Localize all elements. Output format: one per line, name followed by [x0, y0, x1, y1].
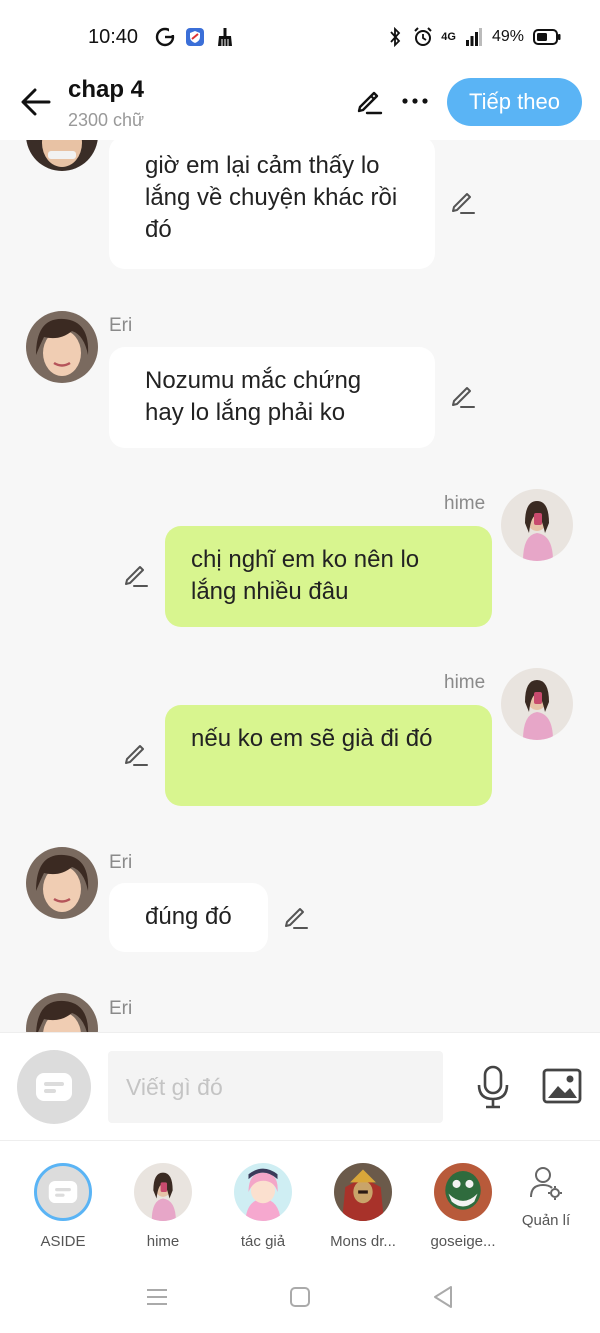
system-nav-bar — [0, 1260, 600, 1333]
character-author[interactable]: tác giả — [215, 1163, 311, 1250]
battery-percent: 49% — [491, 28, 524, 45]
pencil-icon — [125, 745, 148, 766]
edit-message-button[interactable] — [281, 902, 311, 932]
speaker-name: hime — [444, 493, 486, 514]
avatar-hime[interactable] — [501, 668, 573, 740]
broom-icon — [215, 26, 235, 48]
edit-message-button[interactable] — [448, 381, 478, 411]
manage-characters-button[interactable]: Quản lí — [516, 1165, 576, 1229]
more-dots-icon — [402, 98, 428, 104]
arrow-left-icon — [21, 88, 51, 116]
character-name: goseige... — [430, 1233, 496, 1250]
back-button[interactable] — [18, 84, 54, 120]
image-icon — [542, 1068, 582, 1104]
menu-lines-icon — [147, 1289, 167, 1305]
character-mons[interactable]: Mons dr... — [315, 1163, 411, 1250]
speaker-name: Eri — [109, 315, 133, 336]
hime-avatar — [134, 1163, 192, 1221]
microphone-icon — [477, 1065, 509, 1109]
mons-avatar — [334, 1163, 392, 1221]
avatar-eri[interactable] — [26, 847, 98, 919]
pencil-icon — [452, 387, 475, 408]
triangle-back-icon — [434, 1286, 452, 1308]
character-goseige[interactable]: goseige... — [415, 1163, 511, 1250]
character-name: ASIDE — [40, 1233, 86, 1250]
avatar-eri[interactable] — [26, 993, 98, 1032]
battery-icon — [532, 26, 562, 48]
shield-app-icon — [185, 26, 205, 48]
signal-icon — [464, 26, 484, 48]
pencil-icon — [357, 91, 383, 115]
character-name: Mons dr... — [330, 1233, 396, 1250]
speaker-name: Eri — [109, 998, 133, 1019]
pencil-icon — [285, 908, 308, 929]
voice-input-button[interactable] — [472, 1063, 514, 1111]
google-icon — [155, 26, 175, 48]
message-input[interactable] — [108, 1051, 443, 1123]
next-button[interactable]: Tiếp theo — [447, 78, 582, 126]
word-count: 2300 chữ — [68, 110, 145, 130]
edit-message-button[interactable] — [121, 560, 151, 590]
composer-bar — [0, 1032, 600, 1140]
chat-bubble-icon — [48, 1180, 78, 1204]
edit-message-button[interactable] — [448, 187, 478, 217]
pencil-icon — [452, 193, 475, 214]
aside-avatar — [34, 1163, 92, 1221]
status-bar: 10:40 4G 49% — [0, 0, 600, 72]
avatar-eri[interactable] — [26, 311, 98, 383]
aside-toggle-button[interactable] — [17, 1050, 91, 1124]
recent-apps-button[interactable] — [142, 1284, 172, 1310]
chat-screen: 10:40 4G 49% chap 4 2300 chữ Tiếp theo g… — [0, 0, 600, 1333]
status-time: 10:40 — [88, 26, 139, 48]
more-options-button[interactable] — [398, 84, 432, 118]
message-bubble[interactable]: Nozumu mắc chứng hay lo lắng phải ko — [109, 347, 435, 448]
chapter-title: chap 4 — [68, 76, 145, 103]
bluetooth-icon — [385, 26, 405, 48]
app-header: chap 4 2300 chữ Tiếp theo — [0, 72, 600, 140]
home-button[interactable] — [285, 1284, 315, 1310]
author-avatar — [234, 1163, 292, 1221]
home-square-icon — [290, 1287, 310, 1307]
character-bar: ASIDE hime tác giả Mons dr... goseige... — [0, 1140, 600, 1260]
avatar-hime[interactable] — [501, 489, 573, 561]
goseige-avatar — [434, 1163, 492, 1221]
character-hime[interactable]: hime — [115, 1163, 211, 1250]
pencil-icon — [125, 566, 148, 587]
message-bubble[interactable]: nếu ko em sẽ già đi đó — [165, 705, 492, 806]
alarm-icon — [413, 26, 433, 48]
network-type: 4G — [441, 31, 456, 43]
edit-message-button[interactable] — [121, 739, 151, 769]
message-bubble[interactable]: giờ em lại cảm thấy lo lắng về chuyện kh… — [109, 140, 435, 269]
speaker-name: Eri — [109, 852, 133, 873]
chat-bubble-icon — [36, 1073, 72, 1101]
chat-area[interactable]: giờ em lại cảm thấy lo lắng về chuyện kh… — [0, 140, 600, 1032]
speaker-name: hime — [444, 672, 486, 693]
character-name: hime — [146, 1233, 180, 1250]
back-nav-button[interactable] — [428, 1284, 458, 1310]
edit-chapter-button[interactable] — [352, 84, 386, 118]
character-aside[interactable]: ASIDE — [15, 1163, 111, 1250]
message-bubble[interactable]: chị nghĩ em ko nên lo lắng nhiều đâu — [165, 526, 492, 627]
status-notification-icons — [155, 26, 235, 48]
message-bubble[interactable]: đúng đó — [109, 883, 268, 952]
manage-label: Quản lí — [521, 1212, 571, 1229]
insert-image-button[interactable] — [540, 1066, 584, 1106]
character-name: tác giả — [240, 1233, 286, 1250]
user-settings-icon — [530, 1167, 562, 1200]
avatar-boy[interactable] — [26, 140, 98, 171]
status-right: 4G 49% — [385, 26, 562, 48]
